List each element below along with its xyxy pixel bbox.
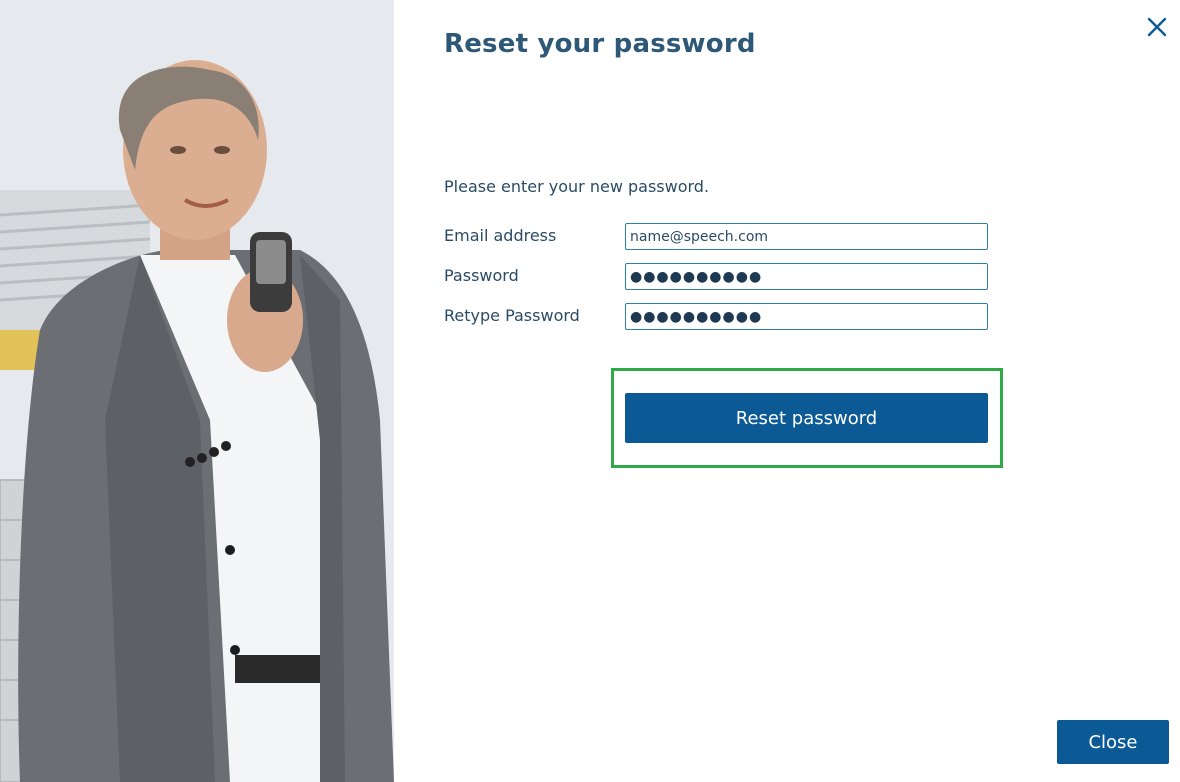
- reset-password-button[interactable]: Reset password: [625, 393, 988, 443]
- password-masked-value: ●●●●●●●●●●: [630, 268, 763, 285]
- password-field[interactable]: ●●●●●●●●●●: [625, 263, 988, 290]
- dialog-title: Reset your password: [444, 29, 756, 59]
- retype-password-field[interactable]: ●●●●●●●●●●: [625, 303, 988, 330]
- close-button[interactable]: Close: [1057, 720, 1169, 764]
- retype-password-masked-value: ●●●●●●●●●●: [630, 308, 763, 325]
- instruction-text: Please enter your new password.: [444, 177, 710, 196]
- close-dialog-button[interactable]: [1144, 14, 1170, 40]
- businessman-photo: [0, 0, 394, 782]
- retype-password-label: Retype Password: [444, 306, 580, 325]
- email-label: Email address: [444, 226, 557, 245]
- close-x-icon: [1147, 17, 1167, 37]
- password-label: Password: [444, 266, 519, 285]
- email-input[interactable]: [630, 228, 983, 245]
- email-field[interactable]: [625, 223, 988, 250]
- hero-photo: [0, 0, 394, 782]
